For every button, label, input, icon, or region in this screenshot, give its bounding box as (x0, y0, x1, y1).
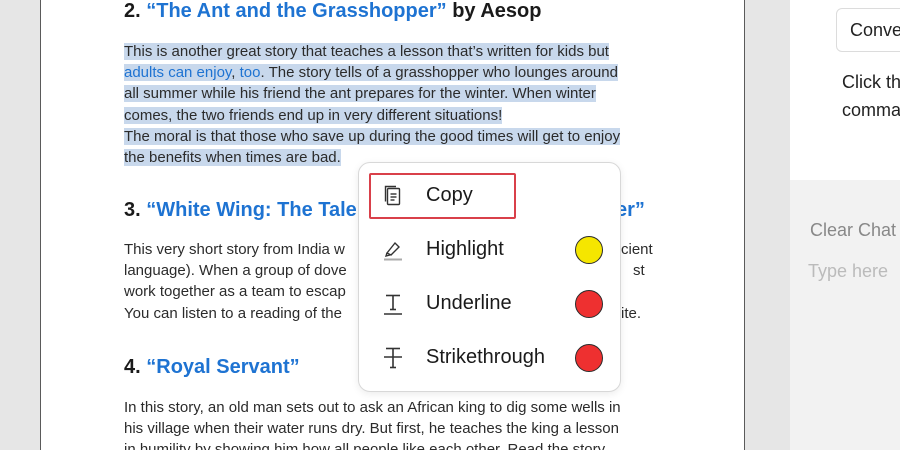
clear-chat-button[interactable]: Clear Chat (810, 220, 896, 241)
copy-label: Copy (426, 184, 473, 206)
section-4-paragraph[interactable]: In this story, an old man sets out to as… (124, 397, 669, 450)
section-2-author: by Aesop (446, 0, 542, 22)
strikethrough-icon (381, 346, 405, 370)
text-line: . The story tells of a grasshopper who l… (260, 64, 618, 82)
section-4-title-link[interactable]: “Royal Servant” (146, 356, 299, 378)
copy-icon (381, 184, 405, 208)
text-line: The moral is that those who save up duri… (124, 127, 621, 145)
section-4-heading: 4. “Royal Servant” (124, 356, 300, 379)
text-line: in humility by showing him how all peopl… (124, 441, 606, 450)
section-3-paragraph-tail: cient st ite. (621, 239, 681, 324)
highlight-label: Highlight (426, 238, 504, 260)
underline-menu-item[interactable]: Underline (369, 281, 612, 327)
text-comma: , (231, 64, 236, 82)
section-2-number: 2. (124, 0, 141, 22)
strikethrough-label: Strikethrough (426, 346, 545, 368)
strikethrough-color-swatch[interactable] (575, 344, 603, 372)
highlighter-icon (381, 238, 405, 262)
strikethrough-menu-item[interactable]: Strikethrough (369, 335, 612, 381)
copy-menu-item[interactable]: Copy (369, 173, 516, 219)
text-line: ite. (621, 304, 642, 322)
underline-label: Underline (426, 292, 512, 314)
adults-link[interactable]: adults can enjoy (124, 64, 231, 81)
section-4-number: 4. (124, 356, 141, 378)
chat-input[interactable]: Type here (808, 261, 888, 282)
side-panel: Conve Click th comma Clear Chat Type her… (790, 0, 900, 450)
underline-icon (381, 292, 405, 316)
section-2-paragraph[interactable]: This is another great story that teaches… (124, 41, 669, 168)
highlight-color-swatch[interactable] (575, 236, 603, 264)
text-line: st (633, 262, 645, 280)
section-3-heading: 3. “White Wing: The Tale (124, 199, 357, 222)
convert-button[interactable]: Conve (836, 8, 900, 52)
context-menu: Copy Highlight Underline Strikethrough (358, 162, 621, 392)
highlight-menu-item[interactable]: Highlight (369, 227, 612, 273)
text-line: the benefits when times are bad. (124, 149, 341, 167)
text-line: his village when their water runs dry. B… (124, 420, 619, 438)
text-line: In this story, an old man sets out to as… (124, 399, 621, 416)
underline-color-swatch[interactable] (575, 290, 603, 318)
section-2-heading: 2. “The Ant and the Grasshopper” by Aeso… (124, 0, 542, 23)
section-3-title-link[interactable]: “White Wing: The Tale (146, 199, 357, 221)
text-line: This is another great story that teaches… (124, 43, 609, 60)
hint-text-line2: comma (842, 100, 900, 120)
text-line: all summer while his friend the ant prep… (124, 85, 596, 103)
text-line: cient (621, 241, 653, 258)
section-2-title-link[interactable]: “The Ant and the Grasshopper” (146, 0, 446, 22)
section-3-number: 3. (124, 199, 141, 221)
text-line: comes, the two friends end up in very di… (124, 106, 503, 124)
too-link[interactable]: too (240, 64, 261, 81)
side-panel-top: Conve Click th comma (790, 0, 900, 180)
hint-text-line1: Click th (842, 72, 900, 92)
